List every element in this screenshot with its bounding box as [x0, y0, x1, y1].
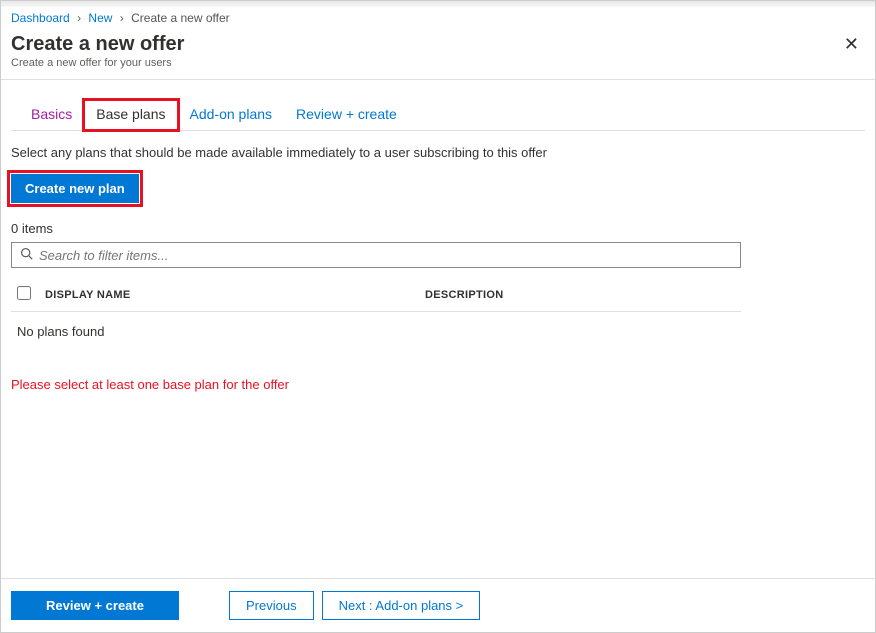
tab-bar: Basics Base plans Add-on plans Review + … — [11, 80, 865, 131]
breadcrumb-link-dashboard[interactable]: Dashboard — [11, 11, 70, 25]
previous-button[interactable]: Previous — [229, 591, 314, 620]
tab-addon-plans[interactable]: Add-on plans — [178, 100, 285, 130]
filter-search-input[interactable] — [39, 248, 732, 263]
plans-table: DISPLAY NAME DESCRIPTION No plans found — [11, 278, 741, 351]
create-new-plan-button[interactable]: Create new plan — [11, 174, 139, 203]
breadcrumb: Dashboard › New › Create a new offer — [1, 7, 875, 27]
column-header-display-name[interactable]: DISPLAY NAME — [45, 289, 425, 301]
content-area: Basics Base plans Add-on plans Review + … — [1, 80, 875, 578]
page-title: Create a new offer — [11, 33, 184, 56]
table-header: DISPLAY NAME DESCRIPTION — [11, 278, 741, 312]
page-header: Create a new offer Create a new offer fo… — [1, 27, 875, 80]
empty-state-text: No plans found — [11, 312, 741, 351]
column-header-description[interactable]: DESCRIPTION — [425, 289, 735, 301]
validation-error: Please select at least one base plan for… — [11, 377, 865, 392]
tab-basics[interactable]: Basics — [19, 100, 84, 130]
search-icon — [20, 247, 33, 263]
tab-description: Select any plans that should be made ava… — [11, 131, 865, 174]
close-icon[interactable]: ✕ — [840, 33, 863, 55]
tab-review-create[interactable]: Review + create — [284, 100, 409, 130]
tab-base-plans[interactable]: Base plans — [84, 100, 177, 130]
review-create-button[interactable]: Review + create — [11, 591, 179, 620]
breadcrumb-current: Create a new offer — [131, 11, 230, 25]
filter-search-box[interactable] — [11, 242, 741, 268]
items-count: 0 items — [11, 221, 865, 236]
breadcrumb-link-new[interactable]: New — [88, 11, 112, 25]
chevron-right-icon: › — [120, 11, 124, 25]
next-button[interactable]: Next : Add-on plans > — [322, 591, 481, 620]
select-all-checkbox[interactable] — [17, 286, 31, 300]
footer-bar: Review + create Previous Next : Add-on p… — [1, 578, 875, 632]
chevron-right-icon: › — [77, 11, 81, 25]
page-subtitle: Create a new offer for your users — [11, 57, 184, 69]
